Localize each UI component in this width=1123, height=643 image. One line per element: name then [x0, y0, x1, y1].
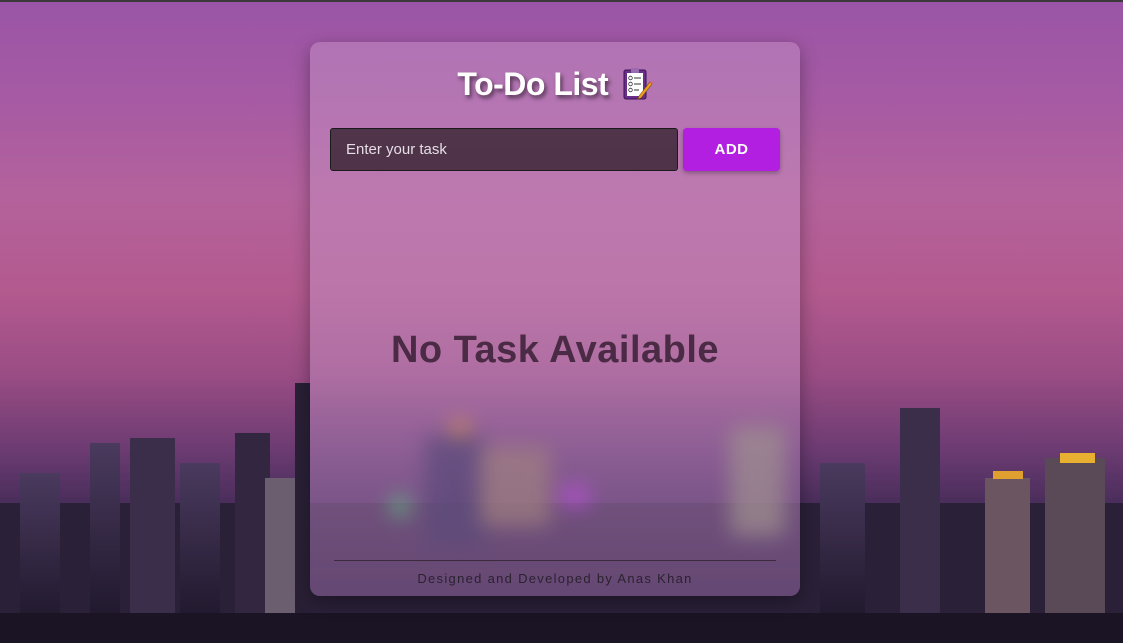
- task-input[interactable]: [330, 128, 678, 171]
- footer-credit: Designed and Developed by Anas Khan: [417, 571, 693, 586]
- add-task-button[interactable]: ADD: [683, 128, 780, 171]
- page-title: To-Do List: [310, 66, 800, 103]
- page-title-text: To-Do List: [457, 66, 609, 102]
- todo-card: To-Do List ADD No Task Available Designe…: [310, 42, 800, 596]
- clipboard-checklist-icon: [623, 68, 653, 100]
- blurred-city-lights: [310, 416, 800, 556]
- task-input-row: ADD: [330, 128, 780, 171]
- empty-state-message: No Task Available: [390, 329, 720, 371]
- footer-divider: [334, 560, 776, 561]
